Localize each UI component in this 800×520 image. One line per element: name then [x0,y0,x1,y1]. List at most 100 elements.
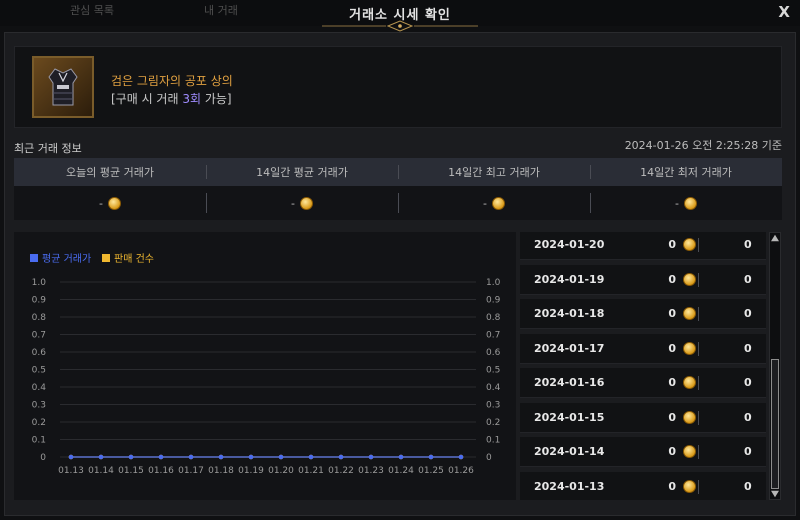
history-date: 2024-01-16 [534,376,605,389]
history-date: 2024-01-18 [534,307,605,320]
trade-limit-suffix: 가능] [201,92,232,106]
series-point [338,454,344,460]
history-date: 2024-01-13 [534,479,605,493]
y-tick-label-right: 0.6 [486,348,501,358]
value-14d-avg: - [206,186,398,220]
history-count: 0 [744,376,752,389]
y-tick-label-left: 1.0 [32,278,47,288]
series-point [458,454,464,460]
history-price: 0 [668,238,676,251]
value-text: - [483,196,487,210]
history-row: 2024-01-17 0 0 [520,333,766,364]
gold-coin-icon [683,196,697,210]
history-row: 2024-01-16 0 0 [520,368,766,398]
y-tick-label-right: 0.2 [486,418,500,428]
divider [698,307,699,321]
scroll-thumb[interactable] [771,359,779,489]
series-point [158,454,164,460]
y-tick-label-right: 0.8 [486,313,501,323]
series-point [428,454,434,460]
x-tick-label: 01.19 [238,466,264,476]
item-trade-limit: [구매 시 거래 3회 가능] [111,90,232,107]
x-tick-label: 01.23 [358,466,384,476]
value-14d-min: - [590,186,782,220]
series-point [188,454,194,460]
y-tick-label-left: 0.7 [32,331,46,341]
divider [698,341,699,356]
x-tick-label: 01.16 [148,466,174,476]
x-tick-label: 01.17 [178,466,204,476]
series-point [98,454,104,460]
divider [698,410,699,425]
divider [698,376,699,390]
gold-coin-icon [683,272,696,286]
history-count: 0 [744,238,752,251]
scroll-down-arrow-icon[interactable] [771,490,779,498]
value-text: - [675,196,679,210]
x-tick-label: 01.22 [328,466,354,476]
y-tick-label-right: 0.4 [486,383,501,393]
price-chart: 평균 거래가 판매 건수 0 0 0.1 0.1 0.2 0.2 0.3 0.3 0.4 0.4 0.5… [14,232,516,500]
history-list[interactable]: 2024-01-20 0 0 2024-01-19 0 0 2024-01-18 0 0 2024… [520,232,766,500]
history-count: 0 [744,341,752,355]
gold-coin-icon [683,376,696,389]
series-point [68,454,74,460]
chart-svg: 평균 거래가 판매 건수 0 0 0.1 0.1 0.2 0.2 0.3 0.3 0.4 0.4 0.5… [30,253,501,476]
history-price: 0 [668,479,676,493]
history-row: 2024-01-18 0 0 [520,299,766,329]
header-14d-max: 14일간 최고 거래가 [398,158,590,186]
y-tick-label-left: 0.3 [32,401,46,411]
history-date: 2024-01-19 [534,272,605,286]
gold-coin-icon [299,196,313,210]
value-text: - [99,196,103,210]
timestamp: 2024-01-26 오전 2:25:28 기준 [624,139,782,152]
value-today-avg: - [14,186,206,220]
y-tick-label-left: 0.8 [32,313,47,323]
history-scrollbar[interactable] [769,232,781,500]
x-tick-label: 01.26 [448,466,474,476]
history-count: 0 [744,272,752,286]
y-tick-label-right: 0.7 [486,331,500,341]
history-price: 0 [668,376,676,389]
y-tick-label-right: 0.9 [486,296,501,306]
y-tick-label-left: 0.6 [32,348,47,358]
x-tick-label: 01.15 [118,466,144,476]
history-row: 2024-01-15 0 0 [520,402,766,433]
divider [698,479,699,494]
history-date: 2024-01-14 [534,445,605,458]
y-tick-label-right: 0.1 [486,436,500,446]
history-count: 0 [744,307,752,320]
gold-coin-icon [683,238,696,251]
x-tick-label: 01.20 [268,466,294,476]
y-tick-label-left: 0 [40,453,46,463]
value-text: - [291,196,295,210]
x-tick-label: 01.18 [208,466,234,476]
history-count: 0 [744,445,752,458]
y-tick-label-left: 0.9 [32,296,47,306]
series-point [278,454,284,460]
x-tick-label: 01.21 [298,466,324,476]
trade-limit-count: 3회 [182,92,202,106]
recent-trade-title: 최근 거래 정보 [14,142,82,155]
header-14d-min: 14일간 최저 거래가 [590,158,782,186]
gold-coin-icon [683,479,696,493]
value-14d-max: - [398,186,590,220]
y-tick-label-left: 0.1 [32,436,46,446]
gold-coin-icon [683,445,696,458]
series-point [308,454,314,460]
x-tick-label: 01.13 [58,466,84,476]
legend-label: 판매 건수 [114,253,154,265]
history-date: 2024-01-15 [534,410,605,424]
history-price: 0 [668,307,676,320]
stats-header-row: 오늘의 평균 거래가 14일간 평균 거래가 14일간 최고 거래가 14일간 … [14,158,782,186]
gold-coin-icon [107,196,121,210]
series-point [398,454,404,460]
x-tick-label: 01.24 [388,466,414,476]
y-tick-label-left: 0.4 [32,383,47,393]
legend-label: 평균 거래가 [42,253,91,265]
close-button[interactable]: X [778,3,790,21]
scroll-up-arrow-icon[interactable] [771,234,779,242]
series-point [128,454,134,460]
y-tick-label-right: 1.0 [486,278,501,288]
history-row: 2024-01-13 0 0 [520,471,766,500]
